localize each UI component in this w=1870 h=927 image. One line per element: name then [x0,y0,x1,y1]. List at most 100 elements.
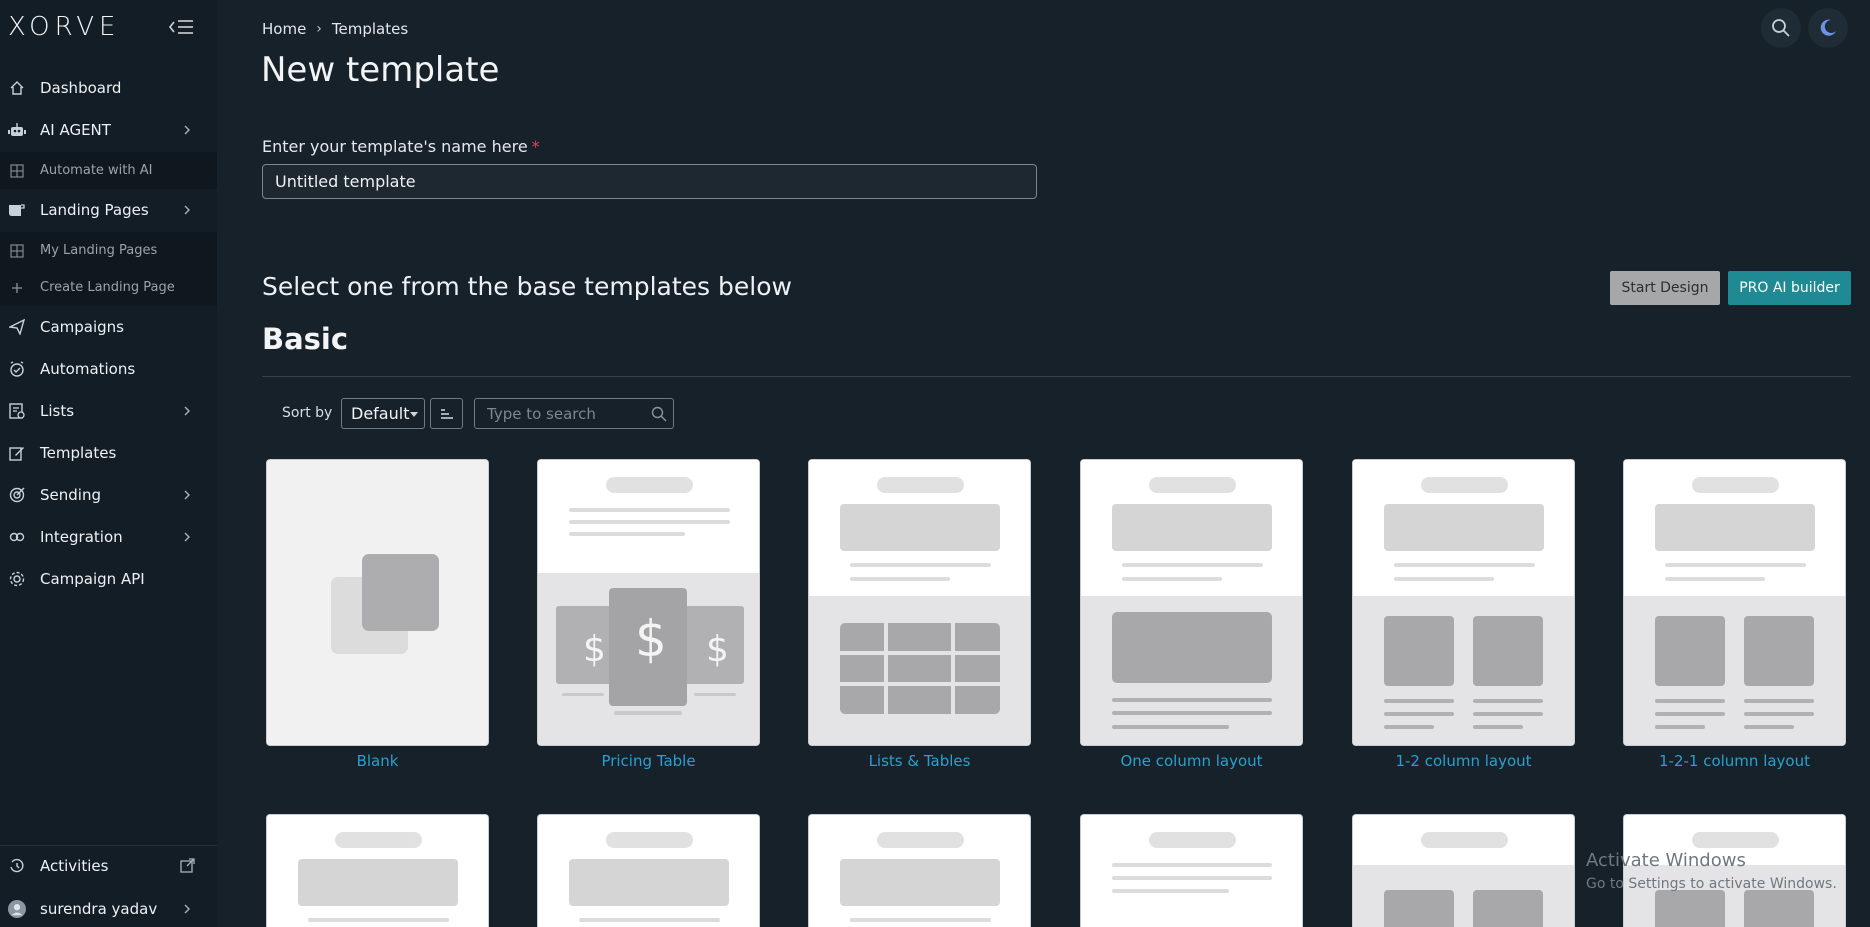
sort-select[interactable]: Default [341,398,425,429]
grid-icon [8,162,26,180]
collapse-sidebar-icon[interactable] [167,16,195,38]
page-title: New template [261,50,500,90]
template-card-1-2-column[interactable] [1352,459,1575,746]
sidebar-item-templates[interactable]: Templates [0,435,217,471]
sidebar-item-label: My Landing Pages [40,243,158,258]
template-preview [809,815,1030,927]
one-two-one-column-preview [1624,460,1845,745]
theme-toggle-button[interactable] [1808,8,1848,48]
one-column-preview [1081,460,1302,745]
template-card-row2[interactable] [1080,814,1303,927]
sidebar-item-label: Templates [40,444,117,462]
blank-preview [267,460,488,745]
sidebar-divider [0,845,217,846]
sidebar-item-activities[interactable]: Activities [0,848,217,884]
start-design-button[interactable]: Start Design [1610,271,1720,305]
sidebar-item-label: Activities [40,857,109,875]
list-icon [8,402,26,420]
category-title: Basic [262,322,349,356]
sort-icon [440,408,453,419]
sort-value: Default [351,404,410,423]
sort-label: Sort by [282,405,333,421]
chevron-right-icon [179,529,195,545]
svg-text:$: $ [706,629,729,670]
template-label[interactable]: Lists & Tables [808,752,1031,770]
plus-icon [8,279,26,297]
sidebar-item-dashboard[interactable]: Dashboard [0,70,217,106]
sidebar-item-lists[interactable]: Lists [0,393,217,429]
sidebar-item-label: Lists [40,402,75,420]
search-icon[interactable] [651,406,667,426]
page-icon [8,201,26,219]
template-card-blank[interactable] [266,459,489,746]
template-preview [1624,815,1845,927]
template-label[interactable]: 1-2-1 column layout [1623,752,1846,770]
sidebar-item-landing-pages[interactable]: Landing Pages [0,192,217,228]
template-search [474,398,674,429]
sidebar-item-create-landing-page[interactable]: Create Landing Page [0,269,217,306]
sidebar-item-automations[interactable]: Automations [0,351,217,387]
lists-tables-preview [809,460,1030,745]
template-preview [1353,815,1574,927]
template-card-lists-tables[interactable] [808,459,1031,746]
sidebar-item-label: Campaign API [40,570,145,588]
home-icon [8,79,26,97]
search-button[interactable] [1761,8,1801,48]
watermark-title: Activate Windows [1586,850,1746,871]
required-marker: * [531,137,540,156]
send-icon [8,318,26,336]
template-card-1-2-1-column[interactable] [1623,459,1846,746]
sidebar-item-my-landing-pages[interactable]: My Landing Pages [0,232,217,269]
template-card-row2[interactable] [266,814,489,927]
template-name-label: Enter your template's name here * [262,137,540,156]
external-link-icon[interactable] [179,858,195,874]
sidebar-item-integration[interactable]: Integration [0,519,217,555]
sidebar-item-campaign-api[interactable]: Campaign API [0,561,217,597]
breadcrumb-home[interactable]: Home [262,20,306,38]
gear-icon [8,570,26,588]
one-two-column-preview [1353,460,1574,745]
grid-icon [8,242,26,260]
logo-row: XORVE [0,0,217,54]
sidebar-item-sending[interactable]: Sending [0,477,217,513]
template-card-one-column[interactable] [1080,459,1303,746]
robot-icon [8,121,26,139]
sidebar-item-ai-agent[interactable]: AI AGENT [0,112,217,148]
logo[interactable]: XORVE [8,12,120,42]
chevron-right-icon [179,901,195,917]
breadcrumb: Home › Templates [262,20,408,38]
template-card-row2[interactable] [808,814,1031,927]
template-label[interactable]: Pricing Table [537,752,760,770]
template-card-pricing-table[interactable]: $ $ $ [537,459,760,746]
template-preview [1081,815,1302,927]
pricing-table-preview: $ $ $ [538,460,759,745]
template-name-input[interactable] [262,164,1037,199]
svg-text:$: $ [635,610,667,668]
divider [262,376,1851,377]
sidebar-item-campaigns[interactable]: Campaigns [0,309,217,345]
template-label[interactable]: One column layout [1080,752,1303,770]
pro-ai-builder-button[interactable]: PRO AI builder [1728,271,1851,305]
link-icon [8,528,26,546]
template-card-row2[interactable] [537,814,760,927]
moon-icon [1820,19,1836,36]
search-input[interactable] [475,399,640,428]
sort-direction-button[interactable] [430,398,463,429]
alarm-icon [8,360,26,378]
sidebar-item-user[interactable]: surendra yadav [0,891,217,927]
template-label[interactable]: Blank [266,752,489,770]
chevron-right-icon [179,403,195,419]
template-label[interactable]: 1-2 column layout [1352,752,1575,770]
sidebar-item-label: Create Landing Page [40,280,175,295]
template-preview [538,815,759,927]
breadcrumb-current: Templates [331,20,409,38]
sidebar-item-automate-with-ai[interactable]: Automate with AI [0,152,217,189]
template-card-row2[interactable] [1352,814,1575,927]
target-icon [8,486,26,504]
svg-text:$: $ [583,629,606,670]
sidebar-item-label: Sending [40,486,101,504]
chevron-right-icon [179,202,195,218]
sidebar-item-label: Automations [40,360,136,378]
user-name: surendra yadav [40,900,158,918]
template-preview [267,815,488,927]
